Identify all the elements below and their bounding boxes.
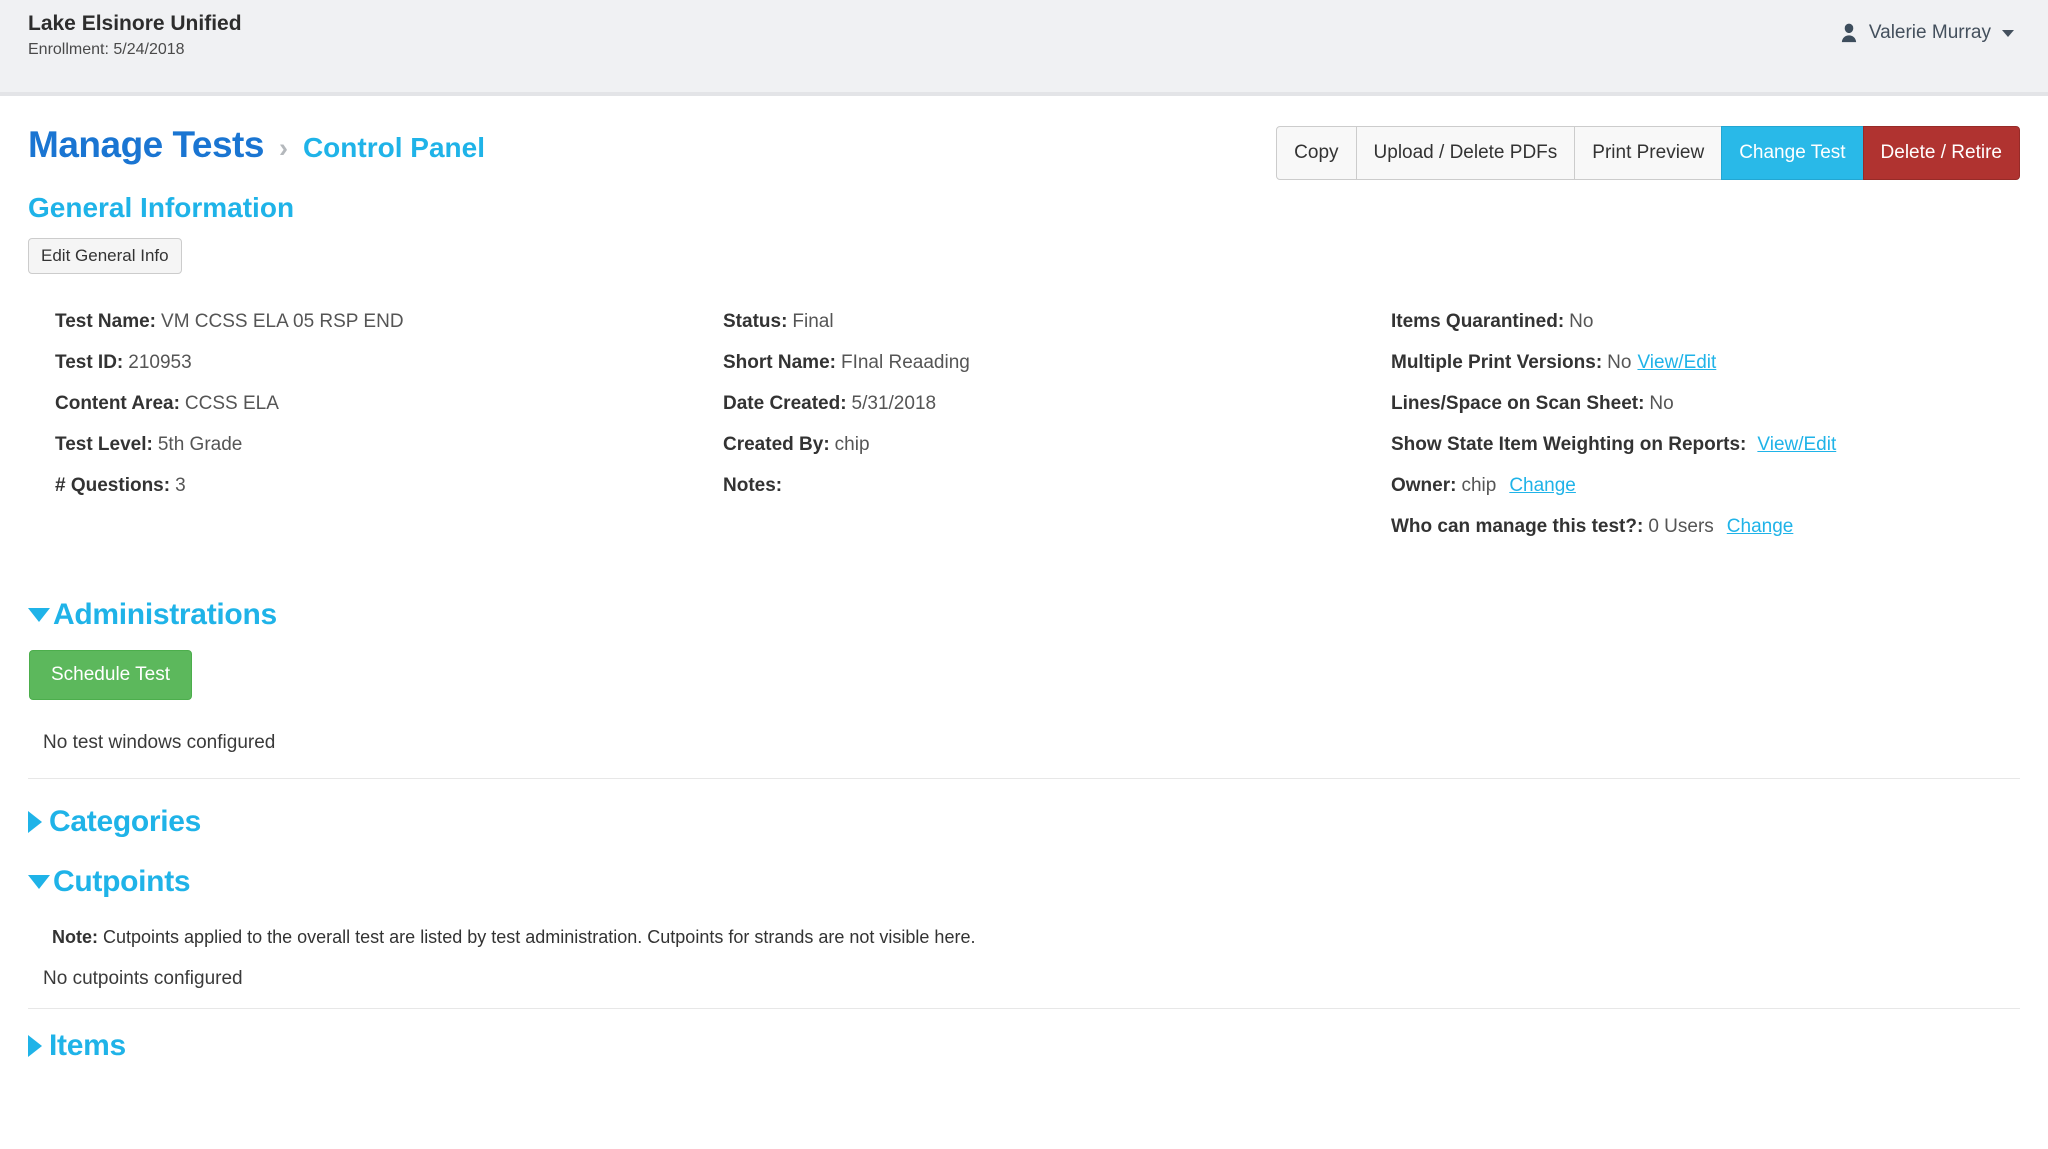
upload-delete-pdfs-button[interactable]: Upload / Delete PDFs (1356, 126, 1576, 180)
breadcrumb: Manage Tests › Control Panel (28, 124, 485, 166)
categories-heading-label: Categories (49, 805, 201, 839)
chevron-down-icon (2002, 30, 2014, 37)
field-test-name: Test Name:VM CCSS ELA 05 RSP END (55, 308, 723, 335)
field-test-id: Test ID:210953 (55, 349, 723, 376)
cutpoints-heading-label: Cutpoints (53, 865, 190, 899)
user-name: Valerie Murray (1869, 22, 1991, 44)
divider (28, 778, 2020, 779)
user-menu[interactable]: Valerie Murray (1838, 22, 2014, 44)
change-owner-link[interactable]: Change (1509, 475, 1576, 496)
info-column-3: Items Quarantined:No Multiple Print Vers… (1391, 308, 2020, 554)
toolbar: Copy Upload / Delete PDFs Print Preview … (1276, 126, 2020, 180)
info-column-2: Status:Final Short Name:FInal Reaading D… (723, 308, 1391, 554)
caret-right-icon (28, 811, 42, 833)
no-test-windows-text: No test windows configured (28, 732, 2020, 754)
cutpoints-note: Note:Cutpoints applied to the overall te… (28, 927, 2020, 948)
user-icon (1838, 22, 1860, 44)
field-created-by: Created By:chip (723, 431, 1391, 458)
info-column-1: Test Name:VM CCSS ELA 05 RSP END Test ID… (55, 308, 723, 554)
field-num-questions: # Questions:3 (55, 472, 723, 499)
schedule-test-button[interactable]: Schedule Test (29, 650, 192, 700)
administrations-heading-label: Administrations (53, 598, 277, 632)
caret-down-icon (28, 875, 50, 889)
district-name: Lake Elsinore Unified (28, 12, 242, 36)
topbar: Lake Elsinore Unified Enrollment: 5/24/2… (0, 0, 2048, 96)
field-state-item-weighting: Show State Item Weighting on Reports:Vie… (1391, 431, 2020, 458)
categories-section-toggle[interactable]: Categories (28, 805, 2020, 839)
print-preview-button[interactable]: Print Preview (1574, 126, 1722, 180)
copy-button[interactable]: Copy (1276, 126, 1356, 180)
breadcrumb-control-panel: Control Panel (303, 132, 485, 164)
field-date-created: Date Created:5/31/2018 (723, 390, 1391, 417)
field-test-level: Test Level:5th Grade (55, 431, 723, 458)
administrations-section-toggle[interactable]: Administrations (28, 598, 2020, 632)
page-title-manage-tests[interactable]: Manage Tests (28, 124, 264, 166)
enrollment-date: Enrollment: 5/24/2018 (28, 41, 242, 59)
header-row: Manage Tests › Control Panel Copy Upload… (28, 124, 2020, 180)
field-lines-space-scan-sheet: Lines/Space on Scan Sheet:No (1391, 390, 2020, 417)
field-short-name: Short Name:FInal Reaading (723, 349, 1391, 376)
field-content-area: Content Area:CCSS ELA (55, 390, 723, 417)
view-edit-print-versions-link[interactable]: View/Edit (1637, 352, 1716, 373)
caret-right-icon (28, 1035, 42, 1057)
change-manage-users-link[interactable]: Change (1727, 516, 1794, 537)
divider (28, 1008, 2020, 1009)
general-info-grid: Test Name:VM CCSS ELA 05 RSP END Test ID… (28, 308, 2020, 554)
general-information-heading: General Information (28, 192, 2020, 224)
field-owner: Owner:chipChange (1391, 472, 2020, 499)
edit-general-info-button[interactable]: Edit General Info (28, 238, 182, 274)
field-status: Status:Final (723, 308, 1391, 335)
items-section-toggle[interactable]: Items (28, 1029, 2020, 1063)
chevron-right-icon: › (279, 133, 288, 164)
caret-down-icon (28, 608, 50, 622)
field-notes: Notes: (723, 472, 1391, 499)
change-test-button[interactable]: Change Test (1721, 126, 1863, 180)
main-content: Manage Tests › Control Panel Copy Upload… (0, 124, 2048, 1063)
district-block: Lake Elsinore Unified Enrollment: 5/24/2… (28, 12, 242, 59)
delete-retire-button[interactable]: Delete / Retire (1863, 126, 2020, 180)
field-items-quarantined: Items Quarantined:No (1391, 308, 2020, 335)
field-manage-users: Who can manage this test?:0 UsersChange (1391, 513, 2020, 540)
view-edit-weighting-link[interactable]: View/Edit (1757, 434, 1836, 455)
field-multiple-print-versions: Multiple Print Versions:NoView/Edit (1391, 349, 2020, 376)
items-heading-label: Items (49, 1029, 126, 1063)
no-cutpoints-text: No cutpoints configured (28, 968, 2020, 990)
cutpoints-section-toggle[interactable]: Cutpoints (28, 865, 2020, 899)
